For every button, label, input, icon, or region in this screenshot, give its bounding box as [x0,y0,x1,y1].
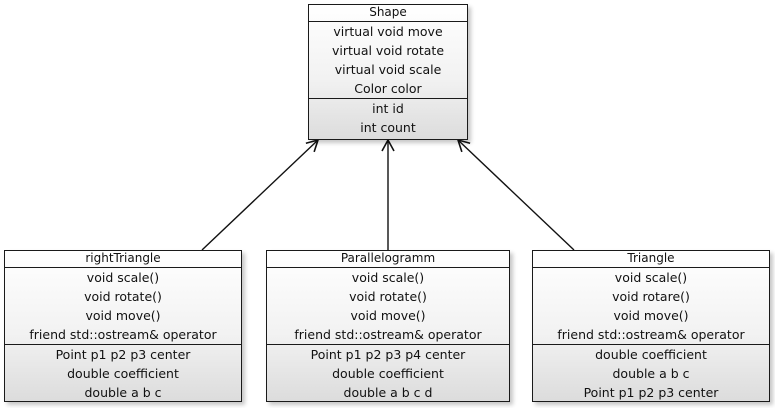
class-box-shape[interactable]: Shape virtual void move virtual void rot… [308,4,468,140]
method-row: virtual void rotate [331,43,445,58]
methods-section: void scale() void rotate() void move() f… [267,268,509,345]
method-row: virtual void move [333,24,443,39]
field-row: double coefficient [67,366,179,381]
field-row: Point p1 p2 p3 center [583,385,719,400]
fields-section: Point p1 p2 p3 center double coefficient… [5,345,241,402]
class-title: Parallelogramm [267,251,509,268]
field-row: int id [372,101,404,116]
fields-section: Point p1 p2 p3 p4 center double coeffici… [267,345,509,402]
class-box-right-triangle[interactable]: rightTriangle void scale() void rotate()… [4,250,242,402]
method-row: friend std::ostream& operator [294,327,482,342]
method-row: friend std::ostream& operator [29,327,217,342]
methods-section: virtual void move virtual void rotate vi… [309,22,467,99]
edge-triangle-to-shape [456,138,575,251]
class-title: Triangle [533,251,769,268]
field-row: double a b c [612,366,690,381]
method-row: virtual void scale [334,62,442,77]
class-box-triangle[interactable]: Triangle void scale() void rotare() void… [532,250,770,402]
class-title: rightTriangle [5,251,241,268]
method-row: void scale() [86,270,160,285]
method-row: void rotate() [84,289,162,304]
class-title: Shape [309,5,467,22]
class-box-parallelogramm[interactable]: Parallelogramm void scale() void rotate(… [266,250,510,402]
method-row: void scale() [614,270,688,285]
fields-section: int id int count [309,99,467,137]
method-row: Color color [354,81,422,96]
method-row: void scale() [351,270,425,285]
method-row: void move() [613,308,689,323]
field-row: Point p1 p2 p3 p4 center [310,347,466,362]
field-row: int count [360,120,416,135]
methods-section: void scale() void rotare() void move() f… [533,268,769,345]
methods-section: void scale() void rotate() void move() f… [5,268,241,345]
edge-righttriangle-to-shape [201,138,320,251]
method-row: void rotare() [612,289,690,304]
method-row: void move() [85,308,161,323]
fields-section: double coefficient double a b c Point p1… [533,345,769,402]
field-row: double coefficient [595,347,707,362]
method-row: friend std::ostream& operator [557,327,745,342]
field-row: double coefficient [332,366,444,381]
field-row: Point p1 p2 p3 center [55,347,191,362]
method-row: void move() [350,308,426,323]
field-row: double a b c d [343,385,433,400]
field-row: double a b c [84,385,162,400]
method-row: void rotate() [349,289,427,304]
